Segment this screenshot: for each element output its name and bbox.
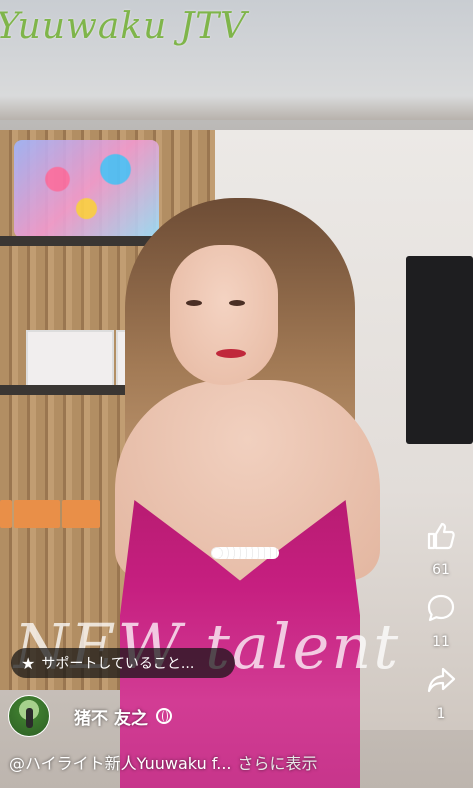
star-icon: ★ [21, 653, 36, 673]
person-eye [186, 300, 202, 306]
person-lips [216, 349, 246, 358]
see-more-link[interactable]: さらに表示 [238, 754, 318, 773]
support-button[interactable]: ★ サポートしていること... [11, 648, 235, 678]
author-name[interactable]: 猪不 友之 [74, 704, 148, 729]
share-icon [427, 667, 456, 693]
comment-count: 11 [432, 634, 450, 650]
comment-icon [427, 594, 455, 622]
action-column: 61 11 1 [421, 520, 461, 736]
background-tv [406, 256, 473, 444]
person-brooch [211, 547, 279, 559]
background-box [26, 330, 114, 388]
author-row[interactable]: 猪不 友之 [8, 695, 172, 737]
comment-button[interactable]: 11 [425, 592, 457, 650]
like-count: 61 [432, 562, 450, 578]
globe-icon [155, 708, 172, 724]
share-count: 1 [436, 706, 446, 722]
avatar[interactable] [8, 695, 50, 737]
person-face [170, 245, 278, 385]
background-shelf [0, 236, 165, 246]
like-button[interactable]: 61 [425, 520, 457, 578]
person-eye [229, 300, 245, 306]
reel-screen[interactable]: Yuuwaku JTV NEW talent ★ サポートしていること... 猪… [0, 0, 473, 788]
background-bag [14, 140, 159, 238]
caption[interactable]: @ハイライト新人Yuuwaku f... さらに表示 [9, 750, 318, 774]
support-label: サポートしていること... [41, 656, 195, 672]
brand-overlay-text: Yuuwaku JTV [0, 6, 248, 47]
share-button[interactable]: 1 [425, 664, 457, 722]
thumbs-up-icon [427, 522, 455, 550]
background-box [62, 500, 100, 528]
background-box [14, 500, 60, 528]
background-box [0, 500, 12, 528]
caption-text: @ハイライト新人Yuuwaku f... [9, 754, 232, 773]
